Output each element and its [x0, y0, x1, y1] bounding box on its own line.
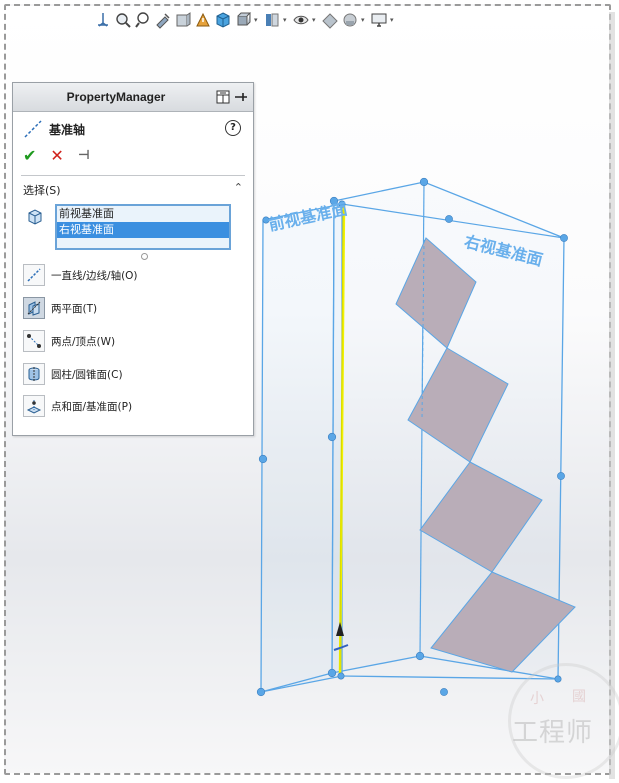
scene-icon[interactable]: [341, 11, 359, 29]
ok-button[interactable]: ✔: [23, 148, 36, 164]
point-plane-icon: [23, 395, 45, 417]
selections-section-title[interactable]: 选择(S): [23, 182, 61, 198]
hide-show-icon[interactable]: [263, 11, 281, 29]
property-manager-panel: PropertyManager 基准轴 ? ✔ ✕ ⊣ 选择(S) ⌃ 前视基准…: [12, 82, 254, 436]
previous-view-icon[interactable]: [154, 11, 172, 29]
list-resize-handle[interactable]: [141, 253, 148, 260]
two-points-icon: [23, 330, 45, 352]
view-items-icon[interactable]: [292, 11, 310, 29]
view-settings-icon[interactable]: [370, 11, 388, 29]
watermark-text: 工程师: [512, 718, 594, 748]
dynamic-annotation-icon[interactable]: [194, 11, 212, 29]
option-point-plane[interactable]: 点和面/基准面(P): [23, 394, 132, 418]
normal-to-icon[interactable]: [94, 11, 112, 29]
section-divider: [21, 175, 245, 176]
display-style-dropdown[interactable]: ▾: [254, 16, 261, 24]
split-panel-icon[interactable]: [215, 89, 231, 105]
watermark-top-right: 國: [572, 689, 586, 705]
scene-dropdown[interactable]: ▾: [361, 16, 368, 24]
two-planes-icon: [23, 297, 45, 319]
option-label: 一直线/边线/轴(O): [51, 269, 138, 282]
view-orientation-icon[interactable]: [214, 11, 232, 29]
zoom-to-fit-icon[interactable]: [114, 11, 132, 29]
property-manager-title: PropertyManager: [66, 90, 166, 104]
action-buttons: ✔ ✕ ⊣: [23, 147, 90, 165]
option-label: 圆柱/圆锥面(C): [51, 368, 123, 381]
reference-entities-icon: [28, 209, 42, 225]
option-label: 两点/顶点(W): [51, 335, 116, 348]
view-items-dropdown[interactable]: ▾: [312, 16, 319, 24]
pin-icon[interactable]: [233, 89, 249, 105]
keep-visible-button[interactable]: ⊣: [78, 148, 90, 164]
option-line-edge-axis[interactable]: 一直线/边线/轴(O): [23, 263, 138, 287]
cylinder-icon: [23, 363, 45, 385]
feature-row: 基准轴 ?: [21, 119, 245, 139]
display-style-icon[interactable]: [234, 11, 252, 29]
datum-axis-icon: [24, 120, 42, 138]
zoom-area-icon[interactable]: [134, 11, 152, 29]
property-manager-header: PropertyManager: [13, 83, 253, 112]
option-two-planes[interactable]: 两平面(T): [23, 296, 97, 320]
section-view-icon[interactable]: [174, 11, 192, 29]
watermark-top-left: 小: [530, 691, 544, 707]
feature-name: 基准轴: [49, 123, 86, 137]
view-settings-dropdown[interactable]: ▾: [390, 16, 397, 24]
option-two-points[interactable]: 两点/顶点(W): [23, 329, 115, 353]
cancel-button[interactable]: ✕: [50, 148, 63, 164]
selection-item[interactable]: 前视基准面: [57, 206, 229, 222]
option-label: 点和面/基准面(P): [51, 400, 133, 413]
hide-show-dropdown[interactable]: ▾: [283, 16, 290, 24]
help-icon[interactable]: ?: [225, 120, 241, 136]
collapse-icon[interactable]: ⌃: [234, 181, 243, 194]
option-cylinder-cone[interactable]: 圆柱/圆锥面(C): [23, 362, 123, 386]
selection-item[interactable]: 右视基准面: [57, 222, 229, 238]
appearance-icon[interactable]: [321, 11, 339, 29]
selection-list[interactable]: 前视基准面 右视基准面: [55, 204, 231, 250]
heads-up-toolbar: ▾ ▾ ▾ ▾ ▾: [94, 8, 504, 32]
line-axis-icon: [23, 264, 45, 286]
option-label: 两平面(T): [51, 302, 98, 315]
